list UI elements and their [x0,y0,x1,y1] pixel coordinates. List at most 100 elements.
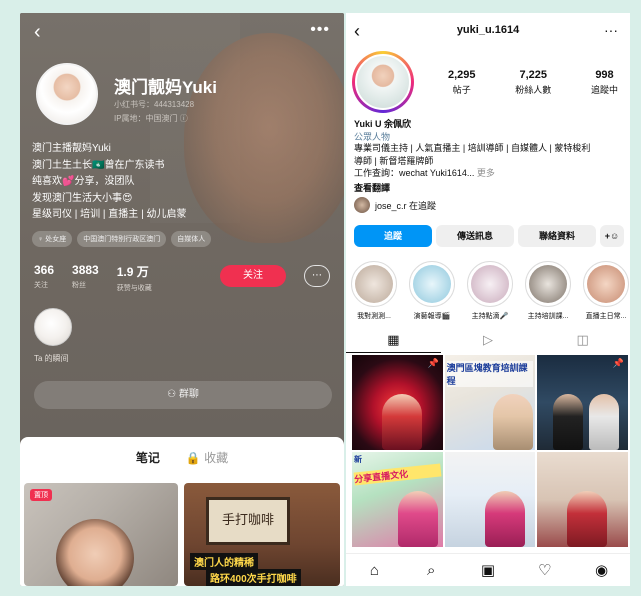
stat-number: 7,225 [519,69,548,81]
contact-button[interactable]: 聯絡資料 [518,225,596,247]
stat-followers[interactable]: 7,225 粉絲人數 [515,69,551,96]
note-photo [56,519,134,586]
stat-number: 2,295 [448,69,476,81]
display-name: Yuki U 余佩欣 [354,119,412,129]
stat-number: 3883 [72,263,99,277]
highlight-label: 直播主日常... [585,313,627,320]
highlight-label: 主持培訓課... [527,313,569,320]
ip-location: IP属地：中国澳门 ⓘ [114,114,188,123]
home-icon[interactable]: ⌂ [362,562,386,579]
highlight-ring [409,261,455,307]
pinned-badge: 置顶 [30,489,52,501]
highlight-ring [351,261,397,307]
more-icon[interactable]: ··· [604,21,618,39]
stat-followers[interactable]: 3883 粉丝 [72,263,99,293]
more-icon[interactable]: ••• [310,21,330,39]
reels-icon[interactable]: ▣ [476,561,500,579]
moment-label: Ta 的瞬间 [34,354,69,363]
back-icon[interactable]: ‹ [34,21,41,43]
stat-following[interactable]: 366 关注 [34,263,54,293]
post-thumbnail[interactable]: 📌 [537,355,628,450]
post-thumbnail[interactable]: 澳門區塊教育培訓課程 [444,355,536,450]
posts-grid: 📌 澳門區塊教育培訓課程 📌 新 分享直播文化 [352,355,628,547]
post-text: 分享直播文化 [353,463,442,486]
post-thumbnail[interactable] [444,452,536,547]
red-id: 小红书号：444313428 [114,100,195,109]
highlight-item[interactable]: 演藝報導🎬 [408,261,456,321]
xhs-top-bar: ‹ ••• [30,21,334,43]
cover-photo-face [184,33,344,243]
ig-top-bar: ‹ yuki_u.1614 ··· [346,21,630,43]
highlight-item[interactable]: 主持培訓課... [524,261,572,321]
stat-number: 366 [34,263,55,277]
bio-line: 发现澳门生活大小事😍 [32,192,133,204]
highlight-item[interactable]: 我對測測... [350,261,398,321]
highlight-image [529,265,567,303]
post-thumbnail[interactable]: 📌 [352,355,443,450]
note-card[interactable]: 手打咖啡 澳门人的精稀 路环400次手打咖啡 [184,483,340,586]
bio-line: 星级司仪 | 培训 | 直播主 | 幼儿启蒙 [32,209,187,220]
followed-by[interactable]: jose_c.r 在追蹤 [354,197,436,213]
highlight-image [413,265,451,303]
bio-line: 專業司儀主持 | 人氣直播主 | 培訓導師 | 自媒體人 | 蒙特梭利 [354,143,591,153]
highlight-item[interactable]: 直播主日常... [582,261,630,321]
post-person [398,491,438,547]
tagged-tab-icon[interactable]: ◫ [535,331,630,353]
note-card[interactable]: 置顶 [24,483,178,586]
stat-label: 粉絲人數 [515,85,552,95]
moment-thumbnail[interactable] [34,308,72,346]
bio-line: 澳门土生土长🇲🇴曾在广东读书 [32,159,165,171]
post-person [484,491,525,547]
bio-line: 纯喜欢💕分享，没团队 [32,176,135,187]
post-person [382,394,422,450]
highlight-label: 我對測測... [357,313,391,320]
search-icon[interactable]: ⌕ [419,562,443,579]
story-highlights: 我對測測... 演藝報導🎬 主持點滴🎤 主持培訓課... 直播主日常... [350,261,630,321]
profile-icon[interactable]: ◉ [590,561,614,579]
highlight-label: 演藝報導🎬 [413,313,451,320]
suggest-users-button[interactable]: +☺ [600,225,624,247]
stat-label: 追蹤中 [590,85,618,95]
xhs-tabs: 笔记 🔒 收藏 [20,437,344,484]
avatar[interactable] [36,63,98,125]
ig-content-tabs: ▦ ▷ ◫ [346,331,630,353]
reels-tab-icon[interactable]: ▷ [441,331,536,353]
profile-stats: 2,295 帖子 7,225 粉絲人數 998 追蹤中 [448,69,618,96]
see-translation-link[interactable]: 查看翻譯 [354,181,390,194]
grid-tab-icon[interactable]: ▦ [346,331,441,353]
note-caption: 路环400次手打咖啡 [206,569,301,586]
stat-likes[interactable]: 1.9 万 获赞与收藏 [117,263,152,293]
post-person [553,394,584,450]
follow-button[interactable]: 关注 [220,265,286,287]
post-person [589,394,620,450]
tab-notes[interactable]: 笔记 [136,449,160,484]
ig-profile-panel: ‹ yuki_u.1614 ··· 2,295 帖子 7,225 粉絲人數 99… [346,13,630,586]
avatar-photo [355,54,411,110]
group-chat-button[interactable]: ⚇ 群聊 [34,381,332,409]
tag-zodiac: ♀ 处女座 [32,231,73,247]
post-thumbnail[interactable]: 新 分享直播文化 [352,452,443,547]
post-thumbnail[interactable] [537,452,628,547]
username: yuki_u.1614 [456,24,520,36]
heart-icon[interactable]: ♡ [533,561,557,579]
tab-collections[interactable]: 🔒 收藏 [186,449,228,477]
stat-number: 998 [595,69,614,81]
xhs-profile-panel: ‹ ••• 澳门靓妈Yuki 小红书号：444313428 IP属地：中国澳门 … [20,13,344,586]
note-caption: 澳门人的精稀 [190,553,258,570]
post-text: 澳門區塊教育培訓課程 [446,361,534,387]
highlight-image [471,265,509,303]
follower-avatar [354,197,370,213]
bottom-nav: ⌂ ⌕ ▣ ♡ ◉ [346,553,630,586]
stat-posts[interactable]: 2,295 帖子 [448,69,476,96]
stat-label: 帖子 [452,85,471,95]
highlight-item[interactable]: 主持點滴🎤 [466,261,514,321]
message-icon[interactable]: ⋯ [304,265,330,287]
post-person [492,394,533,450]
avatar[interactable] [352,51,414,113]
follow-button[interactable]: 追蹤 [354,225,432,247]
bio-line: 澳门主播靓妈Yuki [32,143,111,154]
stat-following[interactable]: 998 追蹤中 [591,69,618,96]
highlight-image [587,265,625,303]
message-button[interactable]: 傳送訊息 [436,225,514,247]
bio-more-link[interactable]: 更多 [477,168,495,178]
